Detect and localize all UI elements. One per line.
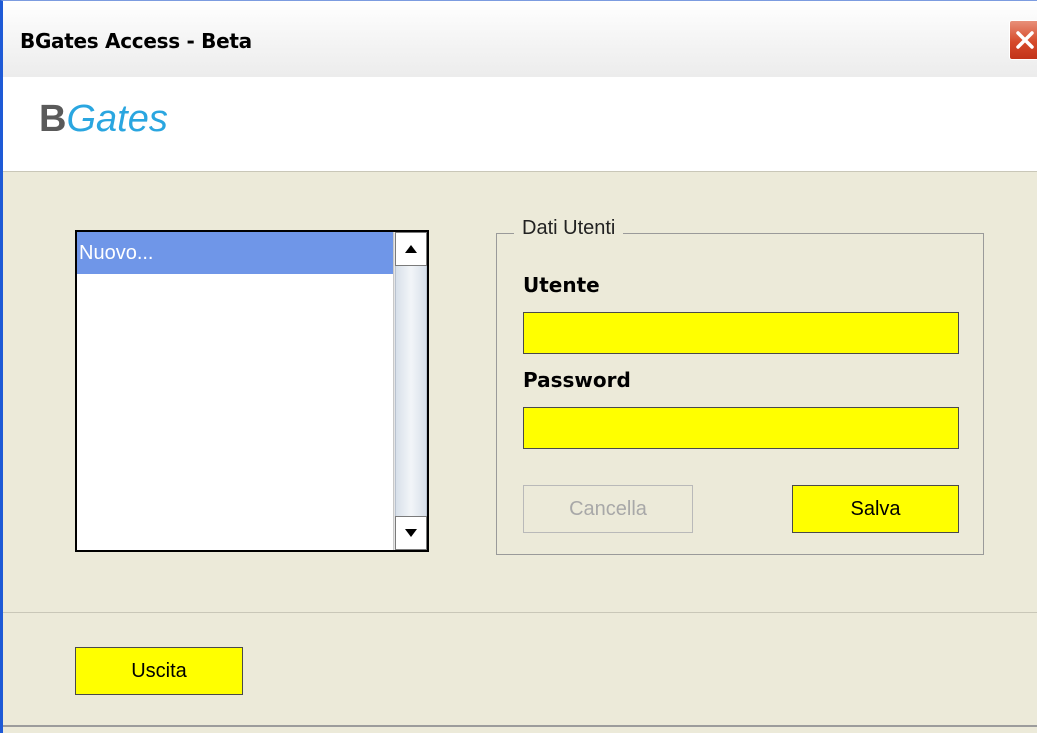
close-button[interactable] [1009, 20, 1037, 60]
title-bar[interactable]: BGates Access - Beta [3, 1, 1037, 77]
user-input[interactable] [523, 312, 959, 354]
footer-divider [3, 612, 1037, 613]
close-icon [1016, 31, 1034, 49]
scroll-down-button[interactable] [395, 516, 427, 550]
bgates-logo: BGates [39, 97, 168, 141]
user-listbox[interactable]: Nuovo... [75, 230, 429, 552]
logo-part-b: B [39, 98, 67, 140]
list-item-new[interactable]: Nuovo... [77, 232, 393, 274]
scroll-up-button[interactable] [395, 232, 427, 266]
user-label: Utente [523, 273, 600, 297]
exit-button[interactable]: Uscita [75, 647, 243, 695]
window-bottom-edge [3, 725, 1037, 727]
window-title: BGates Access - Beta [20, 29, 252, 53]
arrow-up-icon [405, 245, 417, 253]
password-input[interactable] [523, 407, 959, 449]
list-scrollbar[interactable] [393, 232, 427, 550]
scroll-track[interactable] [395, 266, 427, 516]
save-button[interactable]: Salva [792, 485, 959, 533]
app-window: BGates Access - Beta BGates Nuovo... Dat… [0, 0, 1037, 733]
password-label: Password [523, 368, 631, 392]
group-title: Dati Utenti [514, 217, 624, 240]
arrow-down-icon [405, 529, 417, 537]
logo-part-gates: Gates [66, 98, 168, 140]
header-banner: BGates [3, 77, 1037, 172]
cancel-button[interactable]: Cancella [523, 485, 693, 533]
